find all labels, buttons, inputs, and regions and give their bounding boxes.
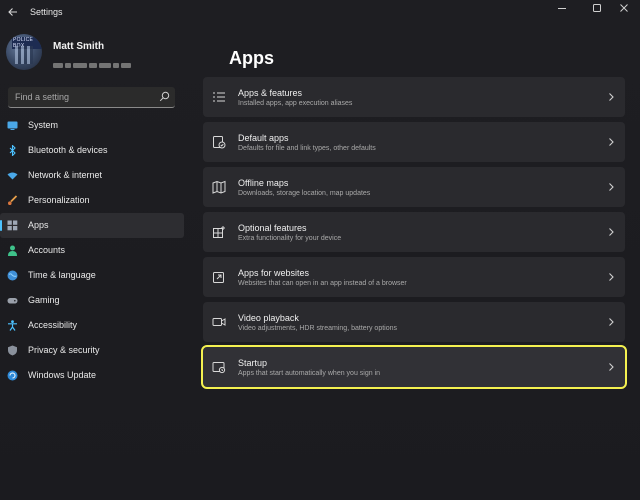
update-icon (7, 370, 18, 381)
shield-icon (8, 345, 17, 356)
sidebar-item-label: Bluetooth & devices (28, 145, 108, 155)
card-title: Optional features (238, 223, 307, 233)
chevron-right-icon (609, 228, 614, 236)
open-link-icon (213, 272, 224, 283)
search-input[interactable] (8, 87, 155, 106)
sidebar-item-label: Time & language (28, 270, 96, 280)
startup-icon (212, 362, 226, 374)
sidebar-item-personalization[interactable]: Personalization (0, 188, 184, 213)
chevron-right-icon (609, 138, 614, 146)
settings-cards: Apps & features Installed apps, app exec… (201, 77, 627, 392)
accessibility-icon (8, 320, 17, 331)
card-subtitle: Installed apps, app execution aliases (238, 100, 353, 107)
gamepad-icon (7, 298, 18, 304)
chevron-right-icon (609, 93, 614, 101)
close-icon (620, 4, 628, 12)
chevron-right-icon (609, 363, 614, 371)
apps-icon (7, 220, 18, 231)
card-default-apps[interactable]: Default apps Defaults for file and link … (203, 122, 625, 162)
card-title: Default apps (238, 133, 289, 143)
default-apps-icon (213, 136, 226, 149)
avatar: POLICE BOX (6, 34, 42, 70)
card-title: Apps & features (238, 88, 303, 98)
search-box (8, 87, 175, 108)
window-title: Settings (30, 7, 63, 17)
person-icon (8, 245, 17, 256)
video-icon (212, 318, 226, 326)
title-bar: Settings (0, 0, 640, 26)
page-title: Apps (229, 48, 274, 68)
search-icon[interactable] (159, 91, 170, 102)
bluetooth-icon (9, 145, 16, 156)
arrow-left-icon (8, 8, 17, 16)
avatar-image (15, 46, 33, 64)
settings-window: Settings POLICE BOX Matt Smith System (0, 0, 640, 500)
user-profile[interactable]: POLICE BOX Matt Smith (6, 34, 196, 74)
card-video-playback[interactable]: Video playback Video adjustments, HDR st… (203, 302, 625, 342)
wifi-icon (7, 172, 18, 180)
list-icon (213, 92, 225, 102)
minimize-icon (558, 8, 566, 9)
monitor-icon (7, 121, 18, 130)
sidebar-item-label: Accessibility (28, 320, 78, 330)
sidebar-item-label: Windows Update (28, 370, 97, 380)
maximize-button[interactable] (585, 2, 609, 16)
sidebar-item-privacy[interactable]: Privacy & security (0, 338, 184, 363)
close-button[interactable] (612, 2, 636, 16)
card-subtitle: Websites that can open in an app instead… (238, 280, 407, 287)
sidebar-item-label: Privacy & security (28, 345, 100, 355)
sidebar-item-label: Personalization (28, 195, 90, 205)
chevron-right-icon (609, 273, 614, 281)
sidebar-item-system[interactable]: System (0, 113, 184, 138)
card-subtitle: Defaults for file and link types, other … (238, 145, 376, 152)
card-startup[interactable]: Startup Apps that start automatically wh… (201, 345, 627, 389)
sidebar-item-label: Accounts (28, 245, 66, 255)
card-optional-features[interactable]: Optional features Extra functionality fo… (203, 212, 625, 252)
chevron-right-icon (609, 183, 614, 191)
back-button[interactable] (6, 5, 20, 19)
card-subtitle: Apps that start automatically when you s… (238, 370, 381, 377)
sidebar-item-label: Apps (28, 220, 49, 230)
card-title: Apps for websites (238, 268, 310, 278)
add-grid-icon (213, 226, 225, 238)
sidebar-item-apps[interactable]: Apps (0, 213, 184, 238)
map-icon (212, 180, 226, 194)
active-indicator (0, 220, 2, 231)
card-subtitle: Video adjustments, HDR streaming, batter… (238, 325, 398, 332)
card-apps-for-websites[interactable]: Apps for websites Websites that can open… (203, 257, 625, 297)
sidebar-item-label: Gaming (28, 295, 60, 305)
sidebar-item-windows-update[interactable]: Windows Update (0, 363, 184, 388)
card-title: Video playback (238, 313, 299, 323)
sidebar-item-gaming[interactable]: Gaming (0, 288, 184, 313)
card-subtitle: Downloads, storage location, map updates (238, 190, 371, 197)
card-offline-maps[interactable]: Offline maps Downloads, storage location… (203, 167, 625, 207)
card-subtitle: Extra functionality for your device (238, 235, 342, 242)
globe-icon (7, 270, 18, 281)
sidebar-item-accounts[interactable]: Accounts (0, 238, 184, 263)
minimize-button[interactable] (550, 2, 574, 16)
sidebar-item-label: System (28, 120, 59, 130)
maximize-icon (593, 4, 601, 12)
sidebar-item-time-language[interactable]: Time & language (0, 263, 184, 288)
sidebar-item-network[interactable]: Network & internet (0, 163, 184, 188)
card-title: Offline maps (238, 178, 289, 188)
user-email-redacted (53, 55, 145, 68)
card-title: Startup (238, 358, 268, 368)
card-apps-features[interactable]: Apps & features Installed apps, app exec… (203, 77, 625, 117)
sidebar-nav: System Bluetooth & devices Network & int… (0, 113, 185, 388)
sidebar-item-bluetooth[interactable]: Bluetooth & devices (0, 138, 184, 163)
chevron-right-icon (609, 318, 614, 326)
sidebar-item-label: Network & internet (28, 170, 103, 180)
sidebar-item-accessibility[interactable]: Accessibility (0, 313, 184, 338)
brush-icon (8, 195, 18, 205)
user-name: Matt Smith (53, 41, 105, 52)
